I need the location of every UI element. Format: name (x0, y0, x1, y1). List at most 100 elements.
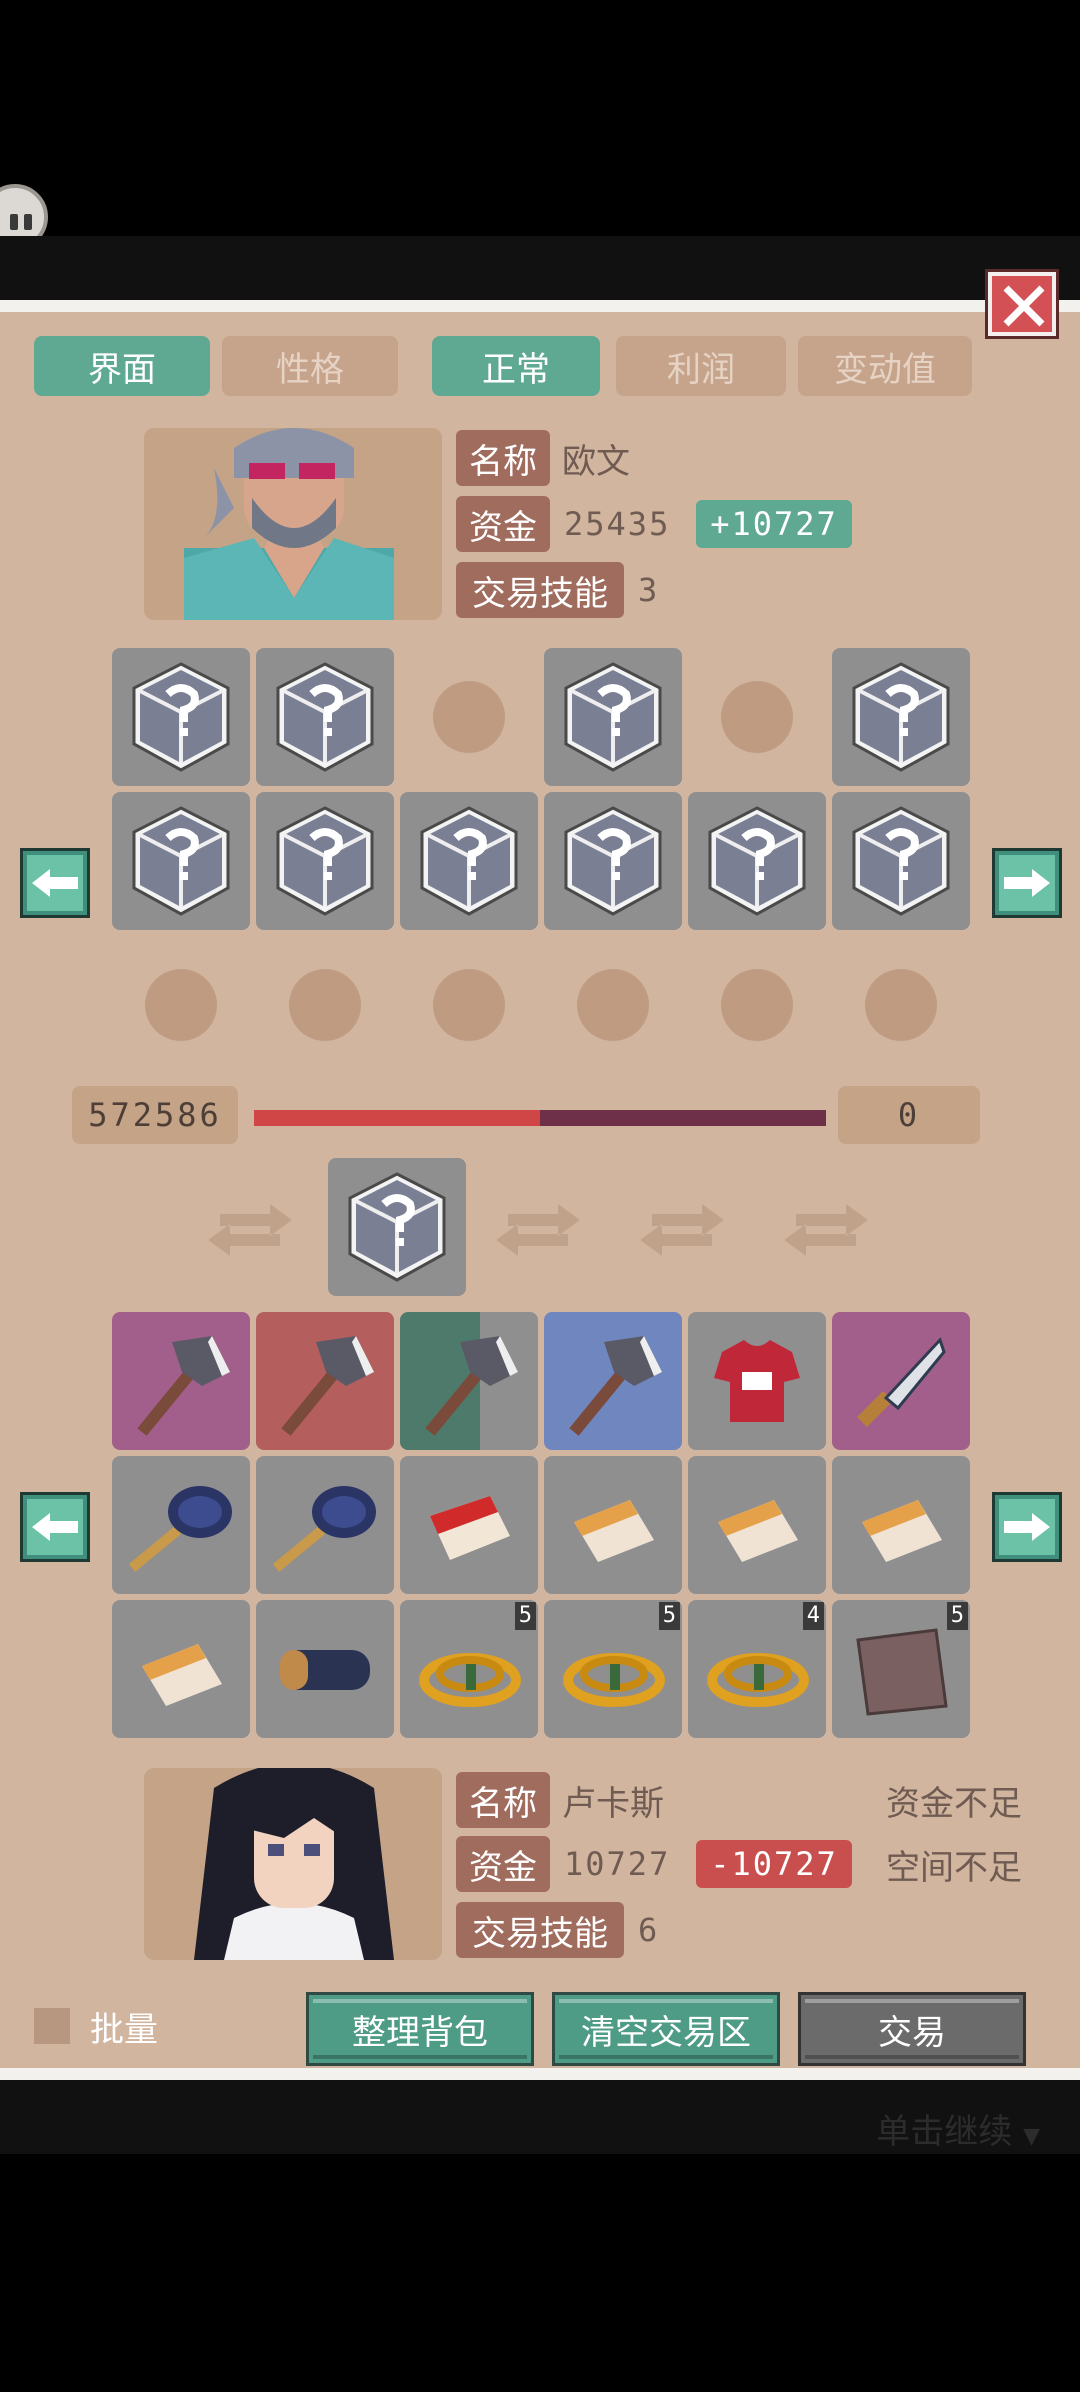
cigarette-pack-icon (718, 1500, 798, 1562)
mystery-item-slot[interactable] (544, 648, 682, 786)
trader-funds-label: 资金 (456, 496, 550, 552)
mystery-item-slot[interactable] (256, 648, 394, 786)
inventory-item-battery[interactable] (256, 1600, 394, 1738)
trade-total-value: 572586 (72, 1086, 238, 1144)
trader-funds: 25435 (564, 505, 671, 543)
click-to-continue[interactable]: 单击继续 ▼ (876, 2104, 1040, 2153)
arrow-right-icon (1004, 1513, 1050, 1541)
player-prev-page-button[interactable] (20, 1492, 90, 1562)
player-skill: 6 (638, 1911, 660, 1949)
empty-slot (433, 969, 505, 1041)
mystery-item-slot[interactable] (256, 792, 394, 930)
inventory-item-rope[interactable]: 4 (688, 1600, 826, 1738)
inventory-item-cigarettes[interactable] (832, 1456, 970, 1594)
trade-button[interactable]: 交易 (798, 1992, 1026, 2066)
inventory-item-cloth[interactable]: 5 (832, 1600, 970, 1738)
swap-icon (496, 1204, 580, 1256)
mystery-item-slot[interactable] (544, 792, 682, 930)
mystery-box-icon (132, 662, 230, 772)
empty-slot (145, 969, 217, 1041)
trader-next-page-button[interactable] (992, 848, 1062, 918)
inventory-item-rope[interactable]: 5 (544, 1600, 682, 1738)
inventory-item-pan[interactable] (112, 1456, 250, 1594)
tab-variation[interactable]: 变动值 (798, 336, 972, 396)
batch-label: 批量 (90, 2009, 158, 2050)
mystery-box-icon (276, 662, 374, 772)
inventory-item-cigarettes[interactable] (400, 1456, 538, 1594)
swap-icon (640, 1204, 724, 1256)
mystery-box-icon (420, 806, 518, 916)
empty-slot (433, 681, 505, 753)
trader-name: 欧文 (562, 441, 630, 482)
inventory-item-cigarettes[interactable] (688, 1456, 826, 1594)
trader-name-label: 名称 (456, 430, 550, 486)
knife-icon (857, 1337, 946, 1427)
top-dialog-strip (0, 236, 1080, 300)
player-funds-delta: -10727 (696, 1840, 852, 1888)
trade-label: 交易 (878, 2012, 946, 2053)
inventory-item-shirt[interactable] (688, 1312, 826, 1450)
player-funds-label: 资金 (456, 1836, 550, 1892)
trader-portrait (144, 428, 442, 620)
mystery-item-slot[interactable] (832, 648, 970, 786)
inventory-item-cigarettes[interactable] (112, 1600, 250, 1738)
trader-prev-page-button[interactable] (20, 848, 90, 918)
close-icon (1003, 285, 1045, 327)
insufficient-space-warning: 空间不足 (886, 1848, 1022, 1888)
tab-interface[interactable]: 界面 (34, 336, 210, 396)
trader-skill-label: 交易技能 (456, 562, 624, 618)
stack-count: 5 (658, 1602, 680, 1630)
batch-checkbox[interactable] (34, 2008, 70, 2044)
inventory-item-axe[interactable] (544, 1312, 682, 1450)
axe-icon (425, 1336, 518, 1436)
inventory-item-cigarettes[interactable] (544, 1456, 682, 1594)
frying-pan-icon (128, 1486, 232, 1572)
sort-bag-label: 整理背包 (352, 2012, 488, 2053)
empty-slot (865, 969, 937, 1041)
mystery-item-slot[interactable] (112, 648, 250, 786)
axe-icon (137, 1336, 230, 1436)
trader-skill: 3 (638, 571, 660, 609)
tab-profit[interactable]: 利润 (616, 336, 786, 396)
trade-balance-fill (254, 1110, 540, 1126)
mystery-item-slot[interactable] (400, 792, 538, 930)
axe-icon (569, 1336, 662, 1436)
trade-balance-bar (254, 1110, 826, 1126)
inventory-item-pan[interactable] (256, 1456, 394, 1594)
player-name-label: 名称 (456, 1772, 550, 1828)
inventory-item-knife[interactable] (832, 1312, 970, 1450)
inventory-item-rope[interactable]: 5 (400, 1600, 538, 1738)
mystery-box-icon (852, 806, 950, 916)
inventory-item-axe[interactable] (400, 1312, 538, 1450)
cigarette-pack-icon (574, 1500, 654, 1562)
inventory-item-axe[interactable] (256, 1312, 394, 1450)
sort-bag-button[interactable]: 整理背包 (306, 1992, 534, 2066)
tab-personality[interactable]: 性格 (222, 336, 398, 396)
player-skill-label: 交易技能 (456, 1902, 624, 1958)
mystery-box-icon (564, 662, 662, 772)
mystery-item-slot[interactable] (112, 792, 250, 930)
player-portrait (144, 1768, 442, 1960)
clear-trade-area-button[interactable]: 清空交易区 (552, 1992, 780, 2066)
cigarette-pack-icon (430, 1496, 510, 1560)
stack-count: 4 (802, 1602, 824, 1630)
insufficient-funds-warning: 资金不足 (886, 1784, 1022, 1824)
clear-trade-area-label: 清空交易区 (581, 2012, 751, 2053)
frying-pan-icon (272, 1486, 376, 1572)
trade-slot-mystery[interactable] (328, 1158, 466, 1296)
inventory-item-axe[interactable] (112, 1312, 250, 1450)
mystery-box-icon (708, 806, 806, 916)
trade-offer-value: 0 (838, 1086, 980, 1144)
player-funds: 10727 (564, 1845, 671, 1883)
cigarette-pack-icon (142, 1644, 222, 1706)
empty-slot (721, 969, 793, 1041)
mystery-item-slot[interactable] (688, 792, 826, 930)
tab-normal[interactable]: 正常 (432, 336, 600, 396)
mystery-item-slot[interactable] (832, 792, 970, 930)
pause-icon (10, 214, 18, 230)
mystery-box-icon (852, 662, 950, 772)
arrow-right-icon (1004, 869, 1050, 897)
player-next-page-button[interactable] (992, 1492, 1062, 1562)
close-button[interactable] (985, 269, 1059, 339)
swap-icon (784, 1204, 868, 1256)
